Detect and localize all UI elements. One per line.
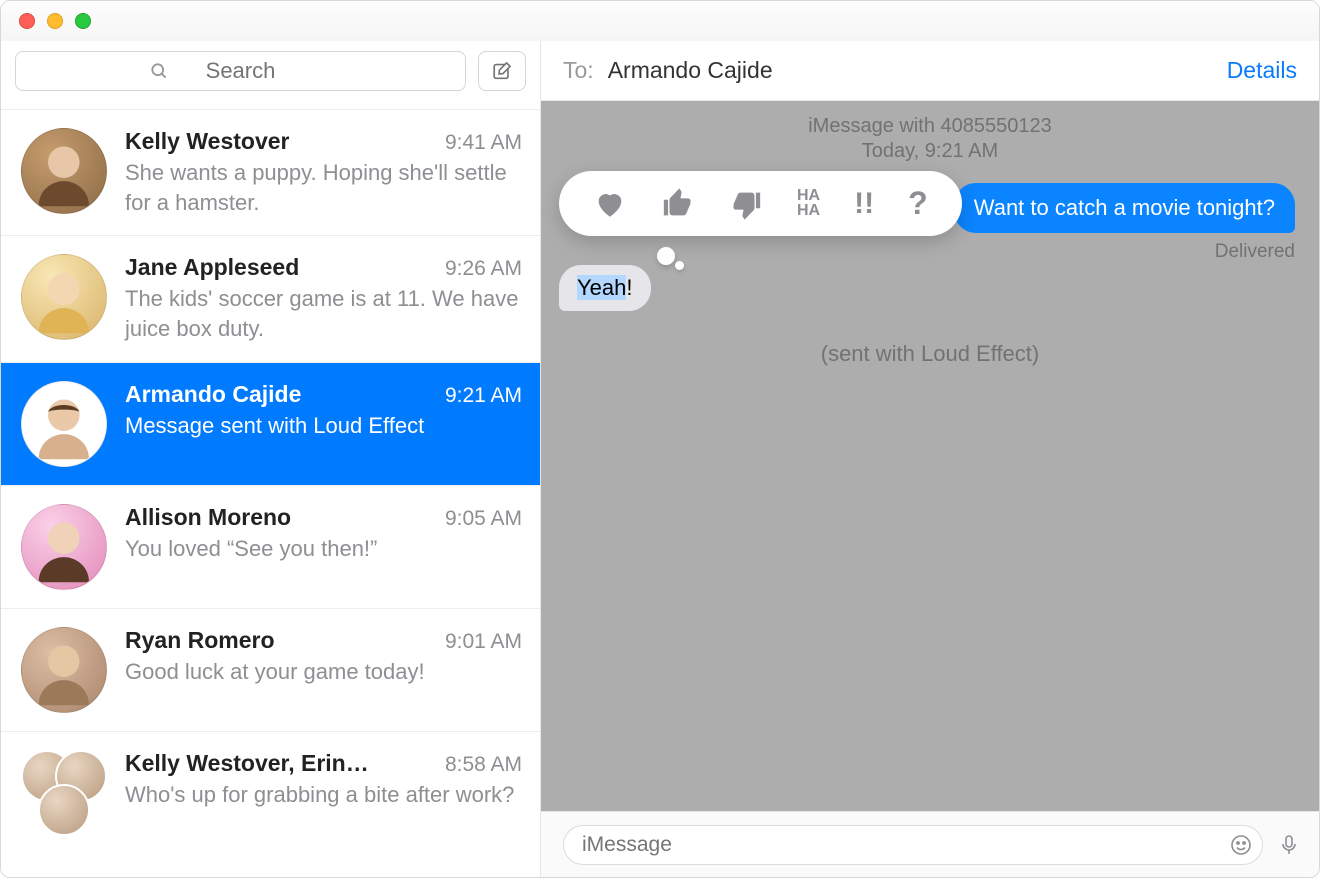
- conversation-item-group[interactable]: Kelly Westover, Erin… 8:58 AM Who's up f…: [1, 731, 540, 854]
- compose-icon: [491, 60, 513, 82]
- chat-column: To: Armando Cajide Details iMessage with…: [541, 41, 1319, 877]
- to-name: Armando Cajide: [608, 57, 1227, 84]
- avatar: [21, 381, 107, 467]
- conversation-time: 9:01 AM: [445, 630, 522, 654]
- conversation-item-kelly[interactable]: Kelly Westover 9:41 AM She wants a puppy…: [1, 109, 540, 235]
- conversation-time: 9:26 AM: [445, 257, 522, 281]
- conversation-preview: She wants a puppy. Hoping she'll settle …: [125, 158, 522, 217]
- conversation-preview: You loved “See you then!”: [125, 534, 522, 564]
- chat-header: To: Armando Cajide Details: [541, 41, 1319, 101]
- tapback-tail: [653, 245, 693, 275]
- tapback-thumbs-up-icon[interactable]: [661, 187, 695, 221]
- conversation-preview: The kids' soccer game is at 11. We have …: [125, 284, 522, 343]
- compose-button[interactable]: [478, 51, 526, 91]
- conversation-preview: Good luck at your game today!: [125, 657, 522, 687]
- messages-window: Kelly Westover 9:41 AM She wants a puppy…: [0, 0, 1320, 878]
- conversation-item-allison[interactable]: Allison Moreno 9:05 AM You loved “See yo…: [1, 485, 540, 608]
- delivered-label: Delivered: [1215, 241, 1295, 263]
- search-input[interactable]: [15, 51, 466, 91]
- tapback-haha-icon[interactable]: HA HA: [797, 189, 820, 218]
- window-minimize-button[interactable]: [47, 13, 63, 29]
- conversation-preview: Who's up for grabbing a bite after work?: [125, 780, 522, 810]
- tapback-thumbs-down-icon[interactable]: [729, 187, 763, 221]
- conversation-time: 9:05 AM: [445, 507, 522, 531]
- incoming-text-selected: Yeah: [577, 275, 626, 300]
- compose-bar: [541, 811, 1319, 877]
- avatar-group: [21, 750, 107, 836]
- window-close-button[interactable]: [19, 13, 35, 29]
- sidebar-toolbar: [1, 41, 540, 109]
- conversation-time: 8:58 AM: [445, 753, 522, 777]
- microphone-icon[interactable]: [1277, 830, 1301, 860]
- window-titlebar: [1, 1, 1319, 41]
- tapback-emphasize-icon[interactable]: !!: [854, 187, 874, 221]
- avatar: [21, 128, 107, 214]
- to-label: To:: [563, 57, 594, 84]
- conversation-list: Kelly Westover 9:41 AM She wants a puppy…: [1, 109, 540, 877]
- avatar: [21, 627, 107, 713]
- conversation-item-jane[interactable]: Jane Appleseed 9:26 AM The kids' soccer …: [1, 235, 540, 361]
- avatar: [21, 254, 107, 340]
- chat-thread-label: iMessage with 4085550123: [541, 115, 1319, 138]
- effect-label: (sent with Loud Effect): [541, 341, 1319, 367]
- tapback-question-icon[interactable]: ?: [908, 185, 928, 222]
- details-button[interactable]: Details: [1227, 57, 1297, 84]
- conversation-name: Kelly Westover: [125, 128, 289, 155]
- tapback-popover: HA HA !! ?: [559, 171, 962, 236]
- conversation-name: Kelly Westover, Erin…: [125, 750, 369, 777]
- incoming-message-bubble[interactable]: Yeah!: [559, 265, 651, 311]
- conversation-time: 9:21 AM: [445, 384, 522, 408]
- search-field-wrap: [15, 51, 466, 91]
- conversation-item-ryan[interactable]: Ryan Romero 9:01 AM Good luck at your ga…: [1, 608, 540, 731]
- conversation-name: Armando Cajide: [125, 381, 301, 408]
- incoming-text-rest: !: [626, 275, 632, 300]
- conversation-item-armando[interactable]: Armando Cajide 9:21 AM Message sent with…: [1, 362, 540, 485]
- incoming-message-wrap: Yeah!: [559, 265, 651, 311]
- emoji-picker-icon[interactable]: [1229, 833, 1253, 857]
- conversation-time: 9:41 AM: [445, 131, 522, 155]
- window-fullscreen-button[interactable]: [75, 13, 91, 29]
- avatar: [21, 504, 107, 590]
- conversation-name: Allison Moreno: [125, 504, 291, 531]
- message-input[interactable]: [563, 825, 1263, 865]
- conversation-name: Ryan Romero: [125, 627, 275, 654]
- conversation-preview: Message sent with Loud Effect: [125, 411, 522, 441]
- tapback-heart-icon[interactable]: [593, 187, 627, 221]
- conversation-name: Jane Appleseed: [125, 254, 299, 281]
- chat-transcript[interactable]: iMessage with 4085550123 Today, 9:21 AM …: [541, 101, 1319, 811]
- search-icon: [149, 61, 169, 81]
- outgoing-message-bubble[interactable]: Want to catch a movie tonight?: [954, 183, 1295, 233]
- conversation-sidebar: Kelly Westover 9:41 AM She wants a puppy…: [1, 41, 541, 877]
- chat-timestamp: Today, 9:21 AM: [541, 140, 1319, 163]
